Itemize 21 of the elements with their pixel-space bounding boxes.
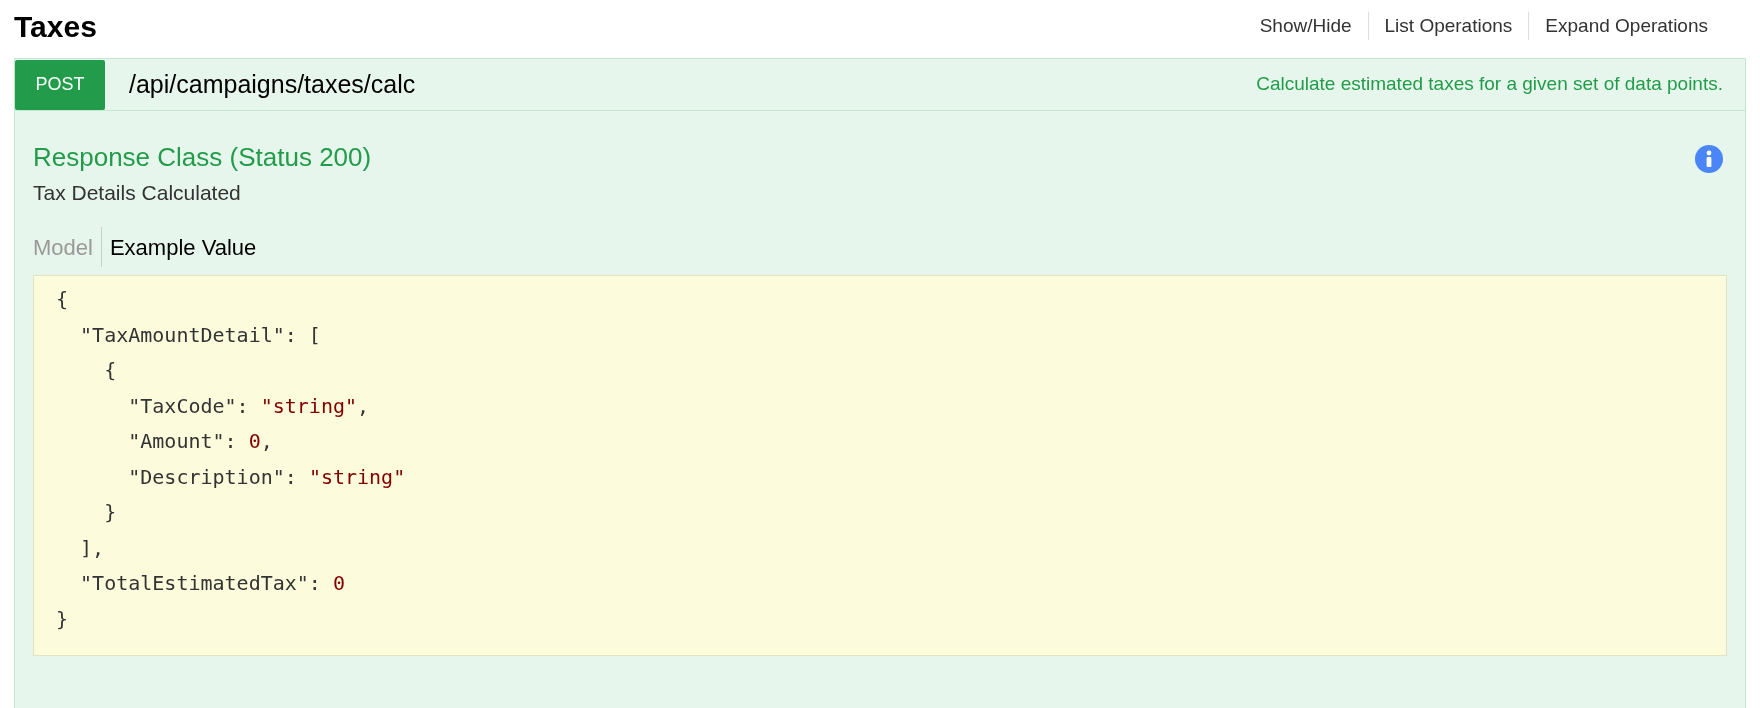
code-line: "TaxAmountDetail": [ [79, 321, 322, 349]
section-title: Taxes [14, 8, 97, 45]
code-line: { [103, 357, 118, 384]
response-class-heading: Response Class (Status 200) [33, 141, 372, 174]
snippet-tab[interactable]: Example Value [100, 227, 257, 267]
method-badge: POST [15, 59, 105, 110]
code-line: "Description": "string" [127, 463, 407, 491]
code-line: "TaxCode": "string", [127, 392, 371, 420]
code-line: } [103, 499, 118, 526]
header-link[interactable]: Show/Hide [1243, 11, 1368, 41]
code-line: ], [79, 534, 106, 562]
info-icon[interactable] [1695, 145, 1723, 173]
header-link[interactable]: Expand Operations [1528, 11, 1724, 41]
code-line: } [56, 605, 70, 633]
endpoint-path[interactable]: /api/campaigns/taxes/calc [129, 65, 416, 104]
code-line: "TotalEstimatedTax": 0 [79, 570, 346, 597]
endpoint-summary: Calculate estimated taxes for a given set of data points. [1256, 72, 1723, 97]
header-link[interactable]: List Operations [1367, 11, 1529, 41]
code-line: { [56, 286, 70, 313]
code-line: "Amount": 0, [127, 428, 274, 455]
response-description: Tax Details Calculated [33, 180, 242, 206]
